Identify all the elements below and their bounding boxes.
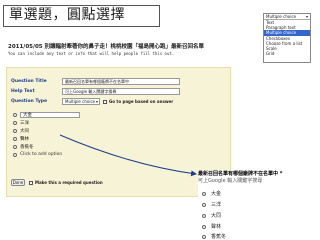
preview-option-4[interactable]: 聲林: [202, 223, 221, 230]
radio-icon[interactable]: [202, 224, 206, 229]
radio-icon[interactable]: [202, 213, 206, 218]
radio-icon[interactable]: [202, 191, 206, 196]
preview-option-5[interactable]: 香蕉冬: [202, 233, 226, 240]
preview-option-3[interactable]: 大同: [202, 212, 221, 219]
question-preview: 最新召回名單有哪個廠牌不在名單中 * 可上Google 輸入關鍵字搜尋 大金 三…: [198, 170, 320, 240]
preview-option-1[interactable]: 大金: [202, 190, 221, 197]
radio-icon[interactable]: [202, 202, 206, 207]
preview-option-label-3: 大同: [211, 213, 222, 219]
preview-question: 最新召回名單有哪個廠牌不在名單中 *: [198, 171, 283, 177]
radio-icon[interactable]: [202, 234, 206, 239]
preview-help: 可上Google 輸入關鍵字搜尋: [198, 178, 263, 184]
preview-option-label-4: 聲林: [211, 224, 222, 230]
preview-option-label-1: 大金: [211, 191, 222, 197]
preview-option-2[interactable]: 三洋: [202, 201, 221, 208]
preview-option-label-5: 香蕉冬: [211, 234, 227, 240]
preview-option-label-2: 三洋: [211, 202, 222, 208]
